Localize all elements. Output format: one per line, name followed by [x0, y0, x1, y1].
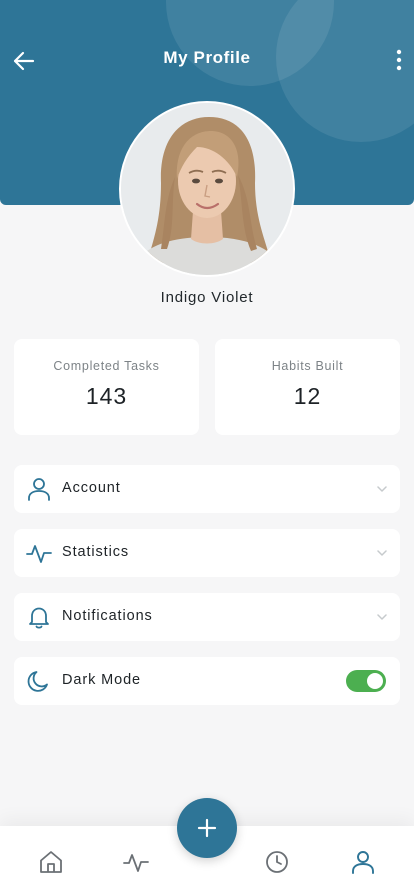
menu-item-notifications[interactable]: Notifications: [14, 593, 400, 641]
stat-label: Habits Built: [271, 359, 344, 373]
chevron-down-icon: [377, 614, 387, 620]
dark-mode-toggle[interactable]: [346, 670, 386, 692]
bell-icon: [29, 607, 49, 629]
user-icon: [352, 851, 374, 874]
dark-mode-label: Dark Mode: [62, 672, 142, 688]
menu-item-label: Statistics: [62, 544, 130, 560]
stat-label: Completed Tasks: [53, 359, 160, 373]
more-vertical-icon: [396, 49, 402, 71]
home-icon: [40, 851, 62, 873]
clock-icon: [266, 851, 288, 873]
menu-item-statistics[interactable]: Statistics: [14, 529, 400, 577]
activity-icon: [26, 545, 52, 563]
stat-value: 12: [293, 383, 322, 409]
stat-card-habits-built: Habits Built 12: [215, 339, 400, 435]
nav-profile[interactable]: [349, 848, 377, 876]
user-name: Indigo Violet: [160, 289, 254, 306]
plus-icon: [197, 818, 217, 838]
activity-icon: [123, 854, 149, 872]
menu-item-label: Account: [62, 480, 121, 496]
nav-activity[interactable]: [122, 848, 150, 876]
chevron-down-icon: [377, 486, 387, 492]
user-icon: [28, 478, 50, 501]
page-title: My Profile: [163, 48, 251, 67]
add-button[interactable]: [177, 798, 237, 858]
stat-value: 143: [85, 383, 128, 409]
dark-mode-row: Dark Mode: [14, 657, 400, 705]
nav-history[interactable]: [263, 848, 291, 876]
profile-photo: [121, 103, 293, 275]
more-options-button[interactable]: [391, 47, 407, 73]
stat-card-completed-tasks: Completed Tasks 143: [14, 339, 199, 435]
nav-home[interactable]: [37, 848, 65, 876]
toggle-knob: [367, 673, 383, 689]
menu-item-account[interactable]: Account: [14, 465, 400, 513]
avatar[interactable]: [119, 101, 295, 277]
chevron-down-icon: [377, 550, 387, 556]
menu-item-label: Notifications: [62, 608, 153, 624]
moon-icon: [27, 671, 48, 692]
